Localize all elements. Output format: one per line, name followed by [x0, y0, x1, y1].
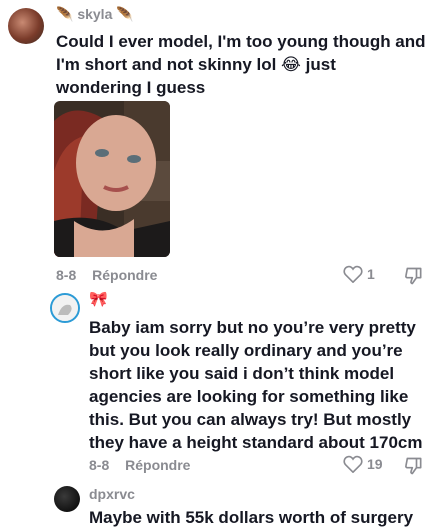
comment-date: 8-8: [56, 267, 77, 283]
thumbs-down-icon: [405, 267, 422, 285]
reply-button[interactable]: Répondre: [92, 267, 157, 283]
avatar-skyla[interactable]: [8, 8, 44, 44]
avatar-dpxrvc[interactable]: [54, 486, 80, 512]
comment-photo[interactable]: [54, 101, 170, 257]
comment-date: 8-8: [89, 457, 110, 473]
username-dpxrvc[interactable]: dpxrvc: [89, 486, 135, 502]
username-label: skyla: [77, 6, 113, 22]
comment-text: Baby iam sorry but no you’re very pretty…: [89, 318, 423, 452]
avatar-reply[interactable]: [50, 293, 80, 323]
heart-outline-icon: [343, 265, 363, 283]
heart-outline-icon: [343, 455, 363, 473]
bow-icon: 🎀: [89, 291, 108, 308]
reply-button[interactable]: Répondre: [125, 457, 190, 473]
like-button[interactable]: 1: [343, 265, 375, 283]
comment-text: Maybe with 55k dollars worth of surgery: [89, 508, 414, 527]
like-count: 19: [367, 456, 383, 472]
comment-meta: 8-8 Répondre: [89, 457, 190, 473]
like-button[interactable]: 19: [343, 455, 383, 473]
comment-text: Could I ever model, I'm too young though…: [56, 32, 426, 97]
username-skyla[interactable]: 🪶 skyla 🪶: [56, 6, 134, 23]
username-reply[interactable]: 🎀: [89, 290, 108, 308]
feather-icon: 🪶: [56, 6, 74, 22]
thumbs-down-icon: [405, 457, 422, 475]
feather-icon: 🪶: [116, 6, 134, 22]
dislike-button[interactable]: [404, 266, 424, 291]
dislike-button[interactable]: [404, 456, 424, 481]
comment-meta: 8-8 Répondre: [56, 267, 157, 283]
like-count: 1: [367, 266, 375, 282]
